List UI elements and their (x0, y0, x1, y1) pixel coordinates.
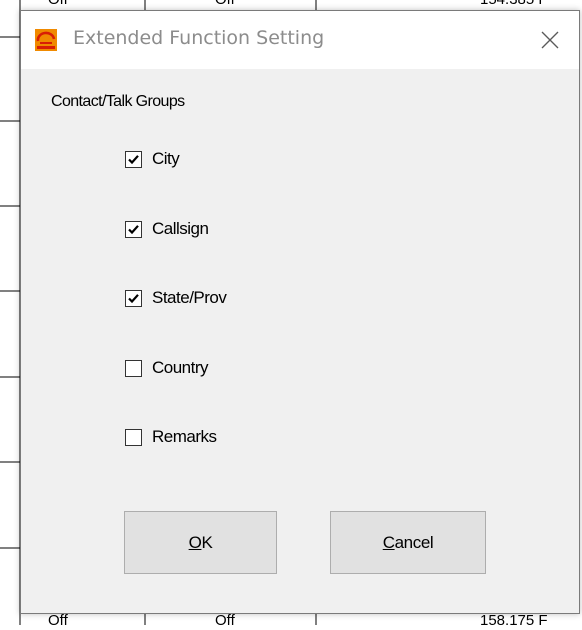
app-logo-icon (35, 29, 57, 51)
checkbox-box[interactable] (125, 289, 142, 307)
bg-cell: 154.385 F (480, 0, 548, 8)
dialog-title: Extended Function Setting (73, 27, 325, 49)
extended-function-dialog: Extended Function Setting Contact/Talk G… (20, 10, 580, 614)
ok-button[interactable]: OK (124, 511, 277, 574)
cancel-label-rest: ancel (394, 532, 434, 552)
cancel-button[interactable]: Cancel (330, 511, 486, 574)
checkbox-box[interactable] (125, 359, 142, 377)
bg-cell: Off (215, 612, 235, 629)
bg-cell: Off (48, 0, 68, 8)
checkbox-label: Callsign (152, 219, 209, 238)
checkbox-city[interactable]: City (125, 147, 180, 171)
checkbox-box[interactable] (125, 428, 142, 446)
checkbox-label: City (152, 149, 180, 168)
checkmark-icon (128, 224, 139, 234)
dialog-titlebar[interactable]: Extended Function Setting (21, 11, 579, 69)
cancel-mnemonic: C (382, 532, 395, 552)
ok-mnemonic: O (188, 532, 202, 552)
bg-cell: 158.175 F (480, 612, 548, 629)
checkbox-label: Remarks (152, 427, 217, 446)
checkbox-state-prov[interactable]: State/Prov (125, 286, 227, 310)
bg-cell: Off (215, 0, 235, 8)
checkbox-label: Country (152, 358, 209, 377)
close-icon (541, 31, 559, 49)
checkbox-box[interactable] (125, 220, 142, 238)
checkbox-remarks[interactable]: Remarks (125, 425, 217, 449)
checkbox-box[interactable] (125, 150, 142, 168)
checkbox-callsign[interactable]: Callsign (125, 217, 209, 241)
checkbox-label: State/Prov (152, 288, 227, 307)
close-button[interactable] (521, 11, 579, 69)
checkbox-country[interactable]: Country (125, 356, 209, 380)
bg-cell: Off (48, 612, 68, 629)
checkmark-icon (128, 154, 139, 164)
ok-label-rest: K (201, 532, 213, 552)
checkmark-icon (128, 293, 139, 303)
contact-talk-groups-label: Contact/Talk Groups (51, 93, 185, 110)
